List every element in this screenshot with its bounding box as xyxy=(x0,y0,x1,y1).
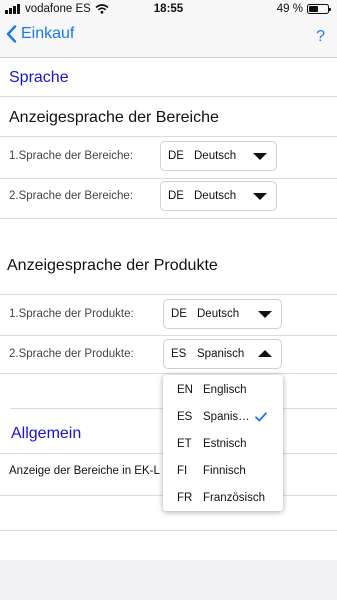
area-language-1-code: DE xyxy=(168,150,184,162)
caret-down-icon xyxy=(258,311,272,318)
option-label: Finnisch xyxy=(203,465,246,477)
area-language-2-code: DE xyxy=(168,190,184,202)
caret-down-icon xyxy=(253,193,267,200)
status-bar: vodafone ES 18:55 49 % xyxy=(0,0,337,20)
battery-percent: 49 % xyxy=(276,3,303,15)
option-code: ES xyxy=(177,411,193,423)
section-title-general: Allgemein xyxy=(11,425,82,442)
area-language-1-value: Deutsch xyxy=(194,150,237,162)
area-language-2-select[interactable]: DE Deutsch xyxy=(160,181,277,211)
battery-icon xyxy=(307,4,331,14)
area-language-1-select[interactable]: DE Deutsch xyxy=(160,141,277,171)
product-language-1-label: 1.Sprache der Produkte: xyxy=(9,308,134,320)
area-language-2-label: 2.Sprache der Bereiche: xyxy=(9,190,134,202)
option-fi[interactable]: FI Finnisch xyxy=(163,458,283,484)
option-et[interactable]: ET Estnisch xyxy=(163,431,283,457)
chevron-left-icon xyxy=(6,25,17,43)
divider xyxy=(0,218,337,219)
area-language-1-label: 1.Sprache der Bereiche: xyxy=(9,150,134,162)
nav-bar: Einkauf ? xyxy=(0,20,337,58)
divider xyxy=(0,530,337,531)
battery-fill xyxy=(309,6,318,12)
option-label: Spanis… xyxy=(203,411,250,423)
language-dropdown: EN Englisch ES Spanis… ET Estnisch FI Fi… xyxy=(163,375,283,511)
option-label: Französisch xyxy=(203,492,265,504)
caret-up-icon xyxy=(258,350,272,357)
caret-down-icon xyxy=(253,153,267,160)
product-language-2-label: 2.Sprache der Produkte: xyxy=(9,348,134,360)
help-button[interactable]: ? xyxy=(316,28,325,46)
bottom-area xyxy=(0,560,337,600)
divider xyxy=(0,294,337,295)
option-label: Englisch xyxy=(203,384,247,396)
option-label: Estnisch xyxy=(203,438,247,450)
back-label: Einkauf xyxy=(21,25,75,42)
option-es[interactable]: ES Spanis… xyxy=(163,404,283,430)
option-code: FR xyxy=(177,492,193,504)
option-fr[interactable]: FR Französisch xyxy=(163,485,283,511)
section-title-products: Anzeigesprache der Produkte xyxy=(7,257,218,274)
product-language-1-code: DE xyxy=(171,308,187,320)
product-language-2-value: Spanisch xyxy=(197,348,245,360)
product-language-1-value: Deutsch xyxy=(197,308,240,320)
checkmark-icon xyxy=(255,412,267,422)
area-language-2-value: Deutsch xyxy=(194,190,237,202)
option-code: EN xyxy=(177,384,193,396)
divider xyxy=(0,335,337,336)
section-title-areas: Anzeigesprache der Bereiche xyxy=(9,109,219,126)
general-row-label[interactable]: Anzeige der Bereiche in EK-L xyxy=(9,465,160,477)
divider xyxy=(0,96,337,97)
divider xyxy=(0,136,337,137)
divider xyxy=(0,178,337,179)
product-language-2-select[interactable]: ES Spanisch xyxy=(163,339,282,369)
option-code: ET xyxy=(177,438,192,450)
status-right: 49 % xyxy=(276,3,331,15)
divider xyxy=(0,373,337,374)
product-language-1-select[interactable]: DE Deutsch xyxy=(163,299,282,329)
option-code: FI xyxy=(177,465,188,477)
option-en[interactable]: EN Englisch xyxy=(163,377,283,403)
back-button[interactable]: Einkauf xyxy=(6,25,74,43)
section-title-language: Sprache xyxy=(9,69,69,86)
product-language-2-code: ES xyxy=(171,348,187,360)
